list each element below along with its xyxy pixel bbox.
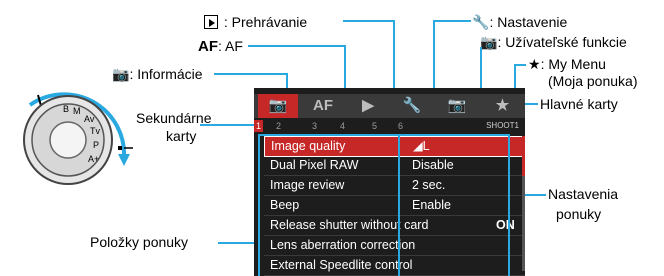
- subtab-1[interactable]: 1: [254, 120, 264, 132]
- label-custom: 📷: Užívateľské funkcie: [480, 34, 627, 50]
- svg-text:M: M: [73, 106, 81, 116]
- label-mymenu-sk: (Moja ponuka): [548, 73, 638, 89]
- leader-playback-v: [393, 20, 395, 92]
- scrollbar-thumb[interactable]: [522, 136, 525, 176]
- star-icon: ★: [528, 56, 541, 72]
- leader-settings: [433, 20, 471, 22]
- shoot-label: SHOOT1: [486, 121, 519, 130]
- label-menu-items: Položky ponuky: [90, 234, 189, 250]
- menu-settings-bracket: [398, 134, 510, 276]
- subtab-6[interactable]: 6: [398, 120, 403, 132]
- label-menu-settings-1: Nastavenia: [548, 186, 619, 202]
- label-menu-settings-2: ponuky: [556, 206, 602, 222]
- camera-icon: 📷: [268, 97, 288, 114]
- leader-main-tabs: [525, 103, 538, 105]
- subtab-3[interactable]: 3: [312, 120, 317, 132]
- wrench-icon: 🔧: [472, 14, 490, 30]
- leader-secondary: [200, 124, 254, 126]
- tab-setup[interactable]: 🔧: [390, 94, 434, 118]
- subtab-4[interactable]: 4: [340, 120, 345, 132]
- tab-mymenu[interactable]: ★: [480, 94, 525, 118]
- main-tabs-bar: 📷 AF ▶ 🔧 📷 ★: [254, 94, 525, 118]
- label-playback: : Prehrávanie: [204, 14, 307, 30]
- playback-icon: [204, 15, 218, 30]
- custom-camera-icon: 📷: [447, 97, 467, 114]
- af-prefix: AF: [198, 38, 218, 55]
- custom-camera-icon: 📷: [480, 34, 498, 50]
- svg-text:Tv: Tv: [90, 126, 100, 136]
- leader-menu-items: [218, 242, 254, 244]
- svg-text:A+: A+: [88, 154, 99, 164]
- label-settings: 🔧: Nastavenie: [472, 14, 568, 30]
- label-mymenu: ★: My Menu: [528, 56, 606, 72]
- playback-icon: ▶: [362, 97, 374, 114]
- subtab-5[interactable]: 5: [372, 120, 377, 132]
- star-icon: ★: [495, 97, 510, 114]
- leader-info: [214, 73, 288, 75]
- label-info: 📷: Informácie: [112, 66, 203, 82]
- label-secondary-2: karty: [166, 128, 197, 144]
- leader-custom-v: [480, 47, 482, 92]
- svg-text:B: B: [63, 104, 69, 114]
- leader-af: [248, 45, 346, 47]
- tab-playback[interactable]: ▶: [346, 94, 390, 118]
- leader-settings-v: [433, 20, 435, 92]
- svg-text:Av: Av: [84, 114, 95, 124]
- tab-shooting[interactable]: 📷: [258, 94, 298, 118]
- leader-playback: [343, 20, 395, 22]
- label-af: AF: AF: [198, 38, 243, 55]
- svg-text:P: P: [93, 140, 99, 150]
- label-main-tabs: Hlavné karty: [540, 96, 618, 112]
- camera-icon: 📷: [112, 66, 130, 82]
- wrench-icon: 🔧: [402, 97, 422, 114]
- menu-items-bracket: [258, 134, 402, 276]
- mode-dial-diagram: B M Av Tv P A+: [0, 78, 140, 208]
- sub-tabs-bar: 1 2 3 4 5 6 SHOOT1: [254, 120, 525, 132]
- subtab-2[interactable]: 2: [276, 120, 281, 132]
- leader-af-v: [344, 45, 346, 92]
- tab-custom[interactable]: 📷: [434, 94, 480, 118]
- tab-af[interactable]: AF: [300, 94, 346, 118]
